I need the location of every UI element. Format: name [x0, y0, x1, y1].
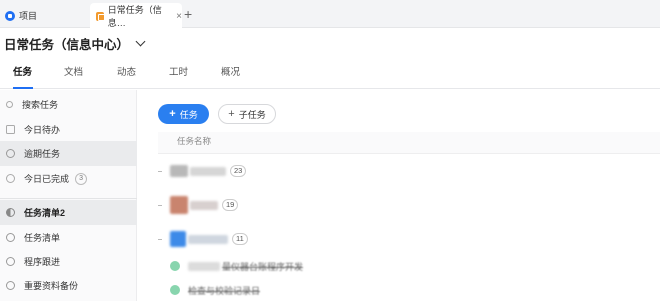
sidebar-item-label: 今日待办: [24, 125, 61, 135]
browser-tab-daily-tasks[interactable]: 日常任务（信息… ×: [90, 3, 182, 29]
page-title-text: 日常任务（信息中心）: [4, 38, 130, 52]
sidebar-item-label: 搜索任务: [22, 100, 59, 110]
sidebar-item-label: 今日已完成: [24, 174, 70, 184]
search-icon: [6, 101, 13, 108]
sidebar-item-program-followup[interactable]: 程序跟进: [0, 249, 137, 274]
tab-overview[interactable]: 概况: [221, 64, 240, 78]
sidebar-item-label: 逾期任务: [24, 149, 61, 159]
sidebar-item-overdue[interactable]: 逾期任务: [0, 141, 137, 166]
list-ring-icon: [6, 233, 15, 242]
tab-worktime[interactable]: 工时: [169, 64, 188, 78]
done-check-icon[interactable]: [170, 285, 180, 295]
subtask-row[interactable]: 检查与校验记录日: [170, 280, 660, 300]
check-icon: [6, 174, 15, 183]
subtask-title: 量仪器台账程序开发: [222, 261, 304, 272]
sidebar-item-label: 重要资料备份: [24, 281, 79, 291]
plus-icon: +: [228, 108, 235, 120]
plus-icon: +: [169, 108, 176, 120]
sidebar-divider: [0, 198, 137, 199]
calendar-icon: [6, 125, 15, 134]
clock-icon: [6, 149, 15, 158]
collapse-dash-icon: [158, 238, 162, 240]
avatar: [170, 196, 188, 214]
add-task-label: 任务: [179, 109, 198, 120]
tab-activity[interactable]: 动态: [117, 64, 136, 78]
avatar: [170, 231, 186, 247]
tab-docs[interactable]: 文档: [64, 64, 83, 78]
count-badge: 3: [75, 172, 88, 185]
browser-tab-project[interactable]: 项目: [0, 3, 88, 28]
avatar: [170, 165, 188, 177]
sidebar-item-label: 任务清单: [24, 233, 61, 243]
browser-tab-bar: 项目 日常任务（信息… × +: [0, 0, 660, 29]
chevron-down-icon[interactable]: [135, 36, 146, 47]
add-subtask-label: 子任务: [238, 109, 266, 120]
subtask-count-badge: 11: [232, 233, 248, 245]
table-row[interactable]: 23: [158, 155, 660, 187]
tab-tasks[interactable]: 任务: [13, 64, 32, 78]
add-task-button[interactable]: + 任务: [158, 104, 209, 124]
column-header-task-name: 任务名称: [158, 132, 660, 154]
sidebar-item-task-list[interactable]: 任务清单: [0, 225, 137, 250]
subtask-row[interactable]: 量仪器台账程序开发: [170, 256, 660, 276]
subtask-count-badge: 23: [230, 165, 247, 177]
collapse-dash-icon: [158, 170, 162, 172]
active-tab-indicator: [13, 87, 33, 89]
browser-tab-label: 项目: [19, 11, 38, 21]
task-name-redacted: [190, 200, 218, 210]
page-title[interactable]: 日常任务（信息中心）: [4, 34, 146, 53]
sidebar-item-task-list-2[interactable]: 任务清单2: [0, 200, 137, 225]
browser-tab-label: 日常任务（信息…: [107, 5, 162, 28]
table-row[interactable]: 19: [158, 189, 660, 221]
subtask-count-badge: 19: [222, 199, 239, 211]
subtask-title: 检查与校验记录日: [188, 285, 261, 296]
module-tabs: 任务 文档 动态 工时 概况: [0, 58, 660, 89]
sidebar: 搜索任务 今日待办 逾期任务 今日已完成 3 任务清单2 任务清单 程序跟进 重…: [0, 90, 137, 301]
project-icon: [5, 10, 15, 21]
collapse-dash-icon: [158, 204, 162, 206]
done-check-icon[interactable]: [170, 261, 180, 271]
task-name-redacted: [190, 166, 226, 176]
sidebar-item-label: 任务清单2: [24, 208, 66, 218]
sidebar-item-backup[interactable]: 重要资料备份: [0, 273, 137, 298]
sidebar-item-completed-today[interactable]: 今日已完成 3: [0, 166, 137, 191]
half-circle-icon: [6, 208, 15, 217]
table-row[interactable]: 11: [158, 223, 660, 255]
sidebar-item-label: 程序跟进: [24, 257, 61, 267]
sidebar-item-search[interactable]: 搜索任务: [0, 92, 137, 117]
list-ring-icon: [6, 281, 15, 290]
task-panel: + 任务 + 子任务 任务名称 23 19 11 量仪器台账程序开发 检查与校验…: [145, 94, 660, 301]
task-name-redacted: [188, 234, 228, 244]
task-name-redacted: [188, 261, 220, 271]
task-doc-icon: [96, 11, 105, 21]
list-ring-icon: [6, 257, 15, 266]
close-icon[interactable]: ×: [176, 11, 182, 22]
sidebar-item-today-todo[interactable]: 今日待办: [0, 117, 137, 142]
add-subtask-button[interactable]: + 子任务: [218, 104, 276, 124]
new-tab-button[interactable]: +: [184, 5, 192, 23]
